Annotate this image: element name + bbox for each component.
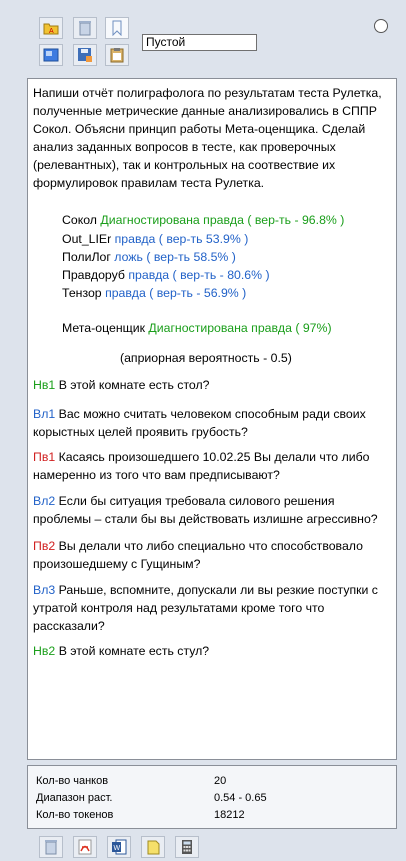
svg-text:A: A <box>49 28 54 35</box>
chunks-value: 20 <box>214 775 227 787</box>
mode-radio[interactable] <box>374 19 388 33</box>
question-item: Вл2 Если бы ситуация требовала силового … <box>33 494 378 526</box>
estimator-row: Сокол Диагностирована правда ( вер-ть - … <box>62 213 345 227</box>
stats-panel: Кол-во чанков 20 Диапазон раст. 0.54 - 0… <box>27 765 397 829</box>
trash-icon <box>79 21 91 36</box>
tokens-value: 18212 <box>214 809 245 821</box>
calculator-icon <box>182 840 192 854</box>
question-item: Вл1 Вас можно считать человеком способны… <box>33 407 366 439</box>
trash-icon <box>45 840 57 855</box>
notes-button[interactable] <box>141 836 165 858</box>
estimator-row: ПолиЛог ложь ( вер-ть 58.5% ) <box>62 250 236 264</box>
pdf-icon <box>78 839 92 855</box>
open-folder-icon: A <box>43 23 59 35</box>
notes-icon <box>147 840 160 855</box>
preset-select-value: Пустой <box>146 35 186 49</box>
question-item: Пв1 Касаясь произошедшего 10.02.25 Вы де… <box>33 450 370 482</box>
delete-button[interactable] <box>73 17 97 39</box>
question-item: Нв1 В этой комнате есть стол? <box>33 378 210 392</box>
svg-text:W: W <box>114 845 121 852</box>
save-button[interactable] <box>73 44 97 66</box>
estimator-row: Тензор правда ( вер-ть - 56.9% ) <box>62 286 247 300</box>
question-item: Пв2 Вы делали что либо специально что сп… <box>33 539 363 571</box>
question-item: Вл3 Раньше, вспомните, допускали ли вы р… <box>33 583 378 633</box>
save-icon <box>78 48 92 62</box>
clipboard-button[interactable] <box>105 44 129 66</box>
chunks-label: Кол-во чанков <box>36 775 109 787</box>
estimator-row: Out_LIEr правда ( вер-ть 53.9% ) <box>62 232 249 246</box>
export-word-button[interactable]: W <box>107 836 131 858</box>
range-value: 0.54 - 0.65 <box>214 792 267 804</box>
meta-estimator-row: Мета-оценщик Диагностирована правда ( 97… <box>62 321 332 335</box>
word-icon: W <box>112 839 127 855</box>
export-pdf-button[interactable] <box>73 836 97 858</box>
preset-select[interactable]: Пустой <box>142 34 257 51</box>
panel-button[interactable] <box>39 44 63 66</box>
bookmark-icon <box>112 20 122 36</box>
open-folder-button[interactable]: A <box>39 17 63 39</box>
tokens-label: Кол-во токенов <box>36 809 114 821</box>
question-item: Нв2 В этой комнате есть стул? <box>33 644 210 658</box>
prior-probability: (априорная вероятность - 0.5) <box>120 351 292 365</box>
delete-report-button[interactable] <box>39 836 63 858</box>
clipboard-icon <box>110 48 124 63</box>
estimator-row: Правдоруб правда ( вер-ть - 80.6% ) <box>62 268 270 282</box>
prompt-text: Напиши отчёт полиграфолога по результата… <box>33 86 382 190</box>
panel-icon <box>43 48 59 62</box>
bookmark-button[interactable] <box>105 17 129 39</box>
report-panel[interactable]: Напиши отчёт полиграфолога по результата… <box>27 78 397 760</box>
calculator-button[interactable] <box>175 836 199 858</box>
range-label: Диапазон раст. <box>36 792 113 804</box>
